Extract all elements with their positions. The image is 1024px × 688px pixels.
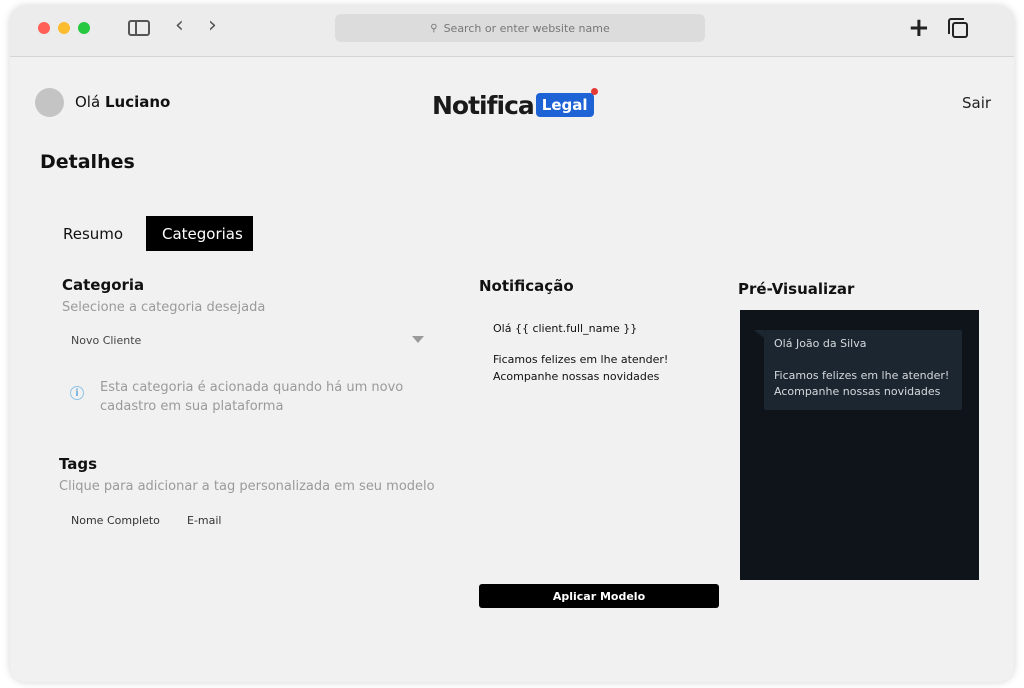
- brand-logo: Notifica Legal: [432, 88, 598, 122]
- tags-label: Tags: [59, 455, 98, 473]
- address-placeholder: Search or enter website name: [443, 21, 610, 35]
- logo-main-text: Notifica: [432, 90, 535, 120]
- tags-hint: Clique para adicionar a tag personalizad…: [59, 479, 435, 494]
- info-icon: i: [70, 386, 84, 400]
- chevron-down-icon: [412, 336, 424, 343]
- logout-link[interactable]: Sair: [962, 94, 991, 112]
- address-bar[interactable]: ⚲ Search or enter website name: [335, 14, 705, 42]
- browser-toolbar: ‹ › ⚲ Search or enter website name +: [10, 6, 1014, 57]
- notification-line-1[interactable]: Ficamos felizes em lhe atender!: [493, 353, 668, 366]
- user-greeting: Olá Luciano: [75, 93, 170, 111]
- preview-line-greeting: Olá João da Silva: [774, 337, 867, 350]
- category-hint: Selecione a categoria desejada: [62, 300, 266, 315]
- preview-label: Pré-Visualizar: [738, 280, 855, 298]
- back-arrow-icon[interactable]: ‹: [175, 15, 184, 37]
- close-window-icon[interactable]: [38, 22, 50, 34]
- preview-message-bubble: Olá João da Silva Ficamos felizes em lhe…: [754, 330, 962, 410]
- page-title: Detalhes: [40, 151, 135, 173]
- tab-overview-icon[interactable]: [948, 18, 968, 38]
- maximize-window-icon[interactable]: [78, 22, 90, 34]
- category-label: Categoria: [62, 276, 145, 294]
- user-name: Luciano: [104, 93, 171, 111]
- preview-line-2: Acompanhe nossas novidades: [774, 385, 941, 398]
- minimize-window-icon[interactable]: [58, 22, 70, 34]
- notification-label: Notificação: [479, 277, 574, 295]
- search-icon: ⚲: [430, 22, 438, 34]
- avatar: [35, 88, 64, 117]
- forward-arrow-icon[interactable]: ›: [208, 15, 217, 37]
- category-selected-value: Novo Cliente: [71, 333, 142, 347]
- tab-categorias[interactable]: Categorias: [146, 216, 253, 251]
- sidebar-toggle-icon[interactable]: [128, 20, 150, 36]
- notification-line-2[interactable]: Acompanhe nossas novidades: [493, 370, 659, 383]
- category-select[interactable]: Novo Cliente: [62, 328, 424, 352]
- new-tab-icon[interactable]: +: [908, 15, 930, 41]
- category-info-text: Esta categoria é acionada quando há um n…: [100, 380, 404, 414]
- tag-nome-completo[interactable]: Nome Completo: [71, 514, 160, 527]
- apply-template-button[interactable]: Aplicar Modelo: [479, 584, 719, 608]
- preview-panel: Olá João da Silva Ficamos felizes em lhe…: [740, 310, 979, 580]
- logo-badge-text: Legal: [535, 88, 598, 117]
- tab-resumo[interactable]: Resumo: [47, 216, 139, 251]
- browser-window: ‹ › ⚲ Search or enter website name + Olá…: [10, 6, 1014, 682]
- greeting-prefix: Olá: [75, 93, 101, 111]
- tag-email[interactable]: E-mail: [187, 514, 222, 527]
- notification-line-greeting[interactable]: Olá {{ client.full_name }}: [493, 322, 637, 335]
- preview-line-1: Ficamos felizes em lhe atender!: [774, 369, 950, 382]
